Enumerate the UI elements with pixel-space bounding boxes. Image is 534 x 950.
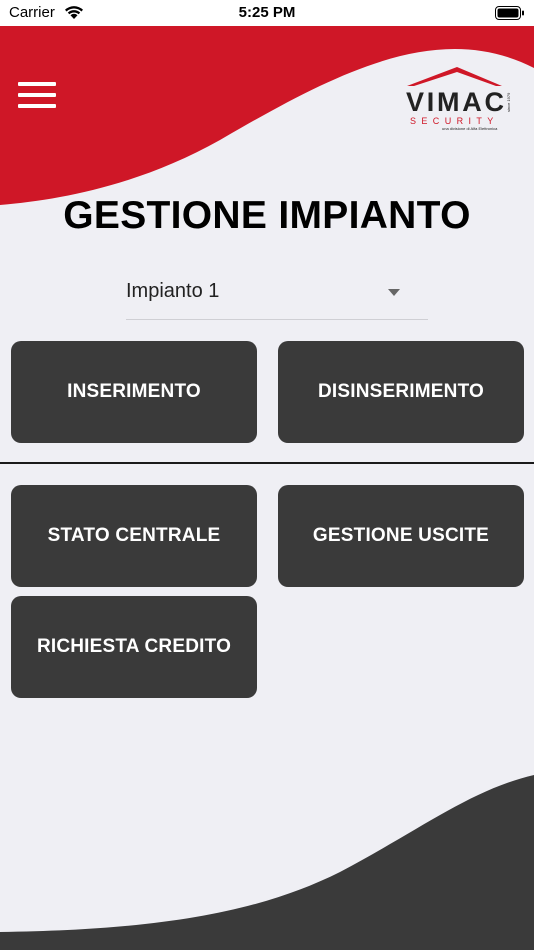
stato-centrale-button[interactable]: STATO CENTRALE	[11, 485, 257, 587]
selector-value: Impianto 1	[126, 280, 220, 302]
system-selector[interactable]: Impianto 1	[126, 274, 428, 320]
status-bar: Carrier 5:25 PM	[0, 0, 534, 26]
logo-since: since 1979	[506, 92, 511, 112]
vimac-logo: VIMAC since 1979 SECURITY una divisione …	[406, 67, 511, 131]
section-divider	[0, 462, 534, 464]
menu-bar	[18, 82, 56, 86]
menu-bar	[18, 104, 56, 108]
richiesta-credito-button[interactable]: RICHIESTA CREDITO	[11, 596, 257, 698]
logo-brand: VIMAC	[406, 87, 504, 117]
footer-dark-wave	[0, 775, 534, 950]
gestione-uscite-button[interactable]: GESTIONE USCITE	[278, 485, 524, 587]
hamburger-menu-icon[interactable]	[18, 82, 58, 114]
battery-icon	[495, 6, 524, 20]
chevron-down-icon	[388, 289, 400, 296]
clock: 5:25 PM	[238, 4, 296, 21]
page-title: GESTIONE IMPIANTO	[63, 194, 471, 237]
logo-subtitle: SECURITY	[410, 116, 499, 126]
logo-roof-icon	[407, 67, 502, 86]
inserimento-button[interactable]: INSERIMENTO	[11, 341, 257, 443]
menu-bar	[18, 93, 56, 97]
disinserimento-button[interactable]: DISINSERIMENTO	[278, 341, 524, 443]
logo-tagline: una divisione di Alfa Elettronica	[442, 126, 498, 131]
